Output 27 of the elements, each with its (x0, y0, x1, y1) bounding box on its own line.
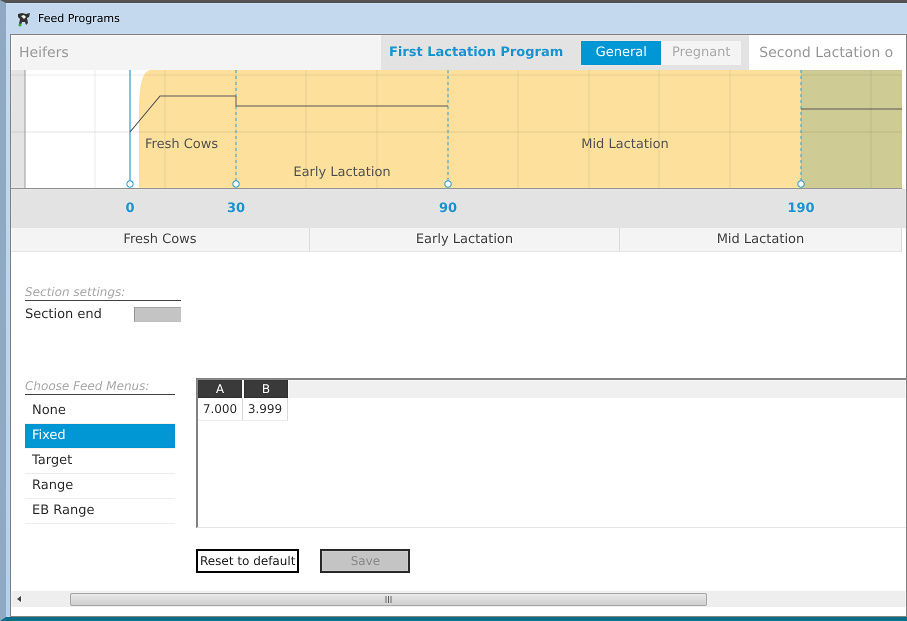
horizontal-scrollbar[interactable] (11, 591, 906, 607)
feed-menu-item[interactable]: Target (25, 449, 175, 474)
day-tick-label: 190 (787, 201, 815, 216)
column-header: B (244, 380, 288, 398)
column-header: A (198, 380, 242, 398)
scroll-thumb[interactable] (70, 592, 707, 606)
scroll-left-icon[interactable] (15, 595, 23, 603)
table-cell[interactable]: 3.999 (243, 398, 288, 421)
section-label: Fresh Cows (145, 138, 218, 151)
window-title: Feed Programs (38, 12, 120, 25)
section-header[interactable]: Fresh Cows (11, 228, 310, 252)
section-label: Mid Lactation (581, 138, 669, 151)
grip-icon (385, 596, 392, 602)
section-header[interactable]: Early Lactation (310, 228, 620, 252)
program-tab-label: First Lactation Program (389, 45, 564, 60)
action-button[interactable]: Reset to default (196, 549, 300, 573)
feed-menu-item[interactable]: EB Range (25, 499, 175, 524)
section-header[interactable]: Mid Lactation (620, 228, 902, 252)
day-tick-label: 0 (125, 201, 135, 216)
day-tick-label: 90 (438, 201, 458, 216)
table-cell[interactable]: 7.000 (198, 398, 243, 421)
section-label: Early Lactation (293, 166, 391, 179)
section-heading: Choose Feed Menus: (25, 379, 175, 395)
feed-menu-item[interactable]: Range (25, 474, 175, 499)
day-tick-label: 30 (226, 201, 246, 216)
field-label: Section end (25, 307, 102, 322)
section-heading: Section settings: (25, 285, 181, 301)
